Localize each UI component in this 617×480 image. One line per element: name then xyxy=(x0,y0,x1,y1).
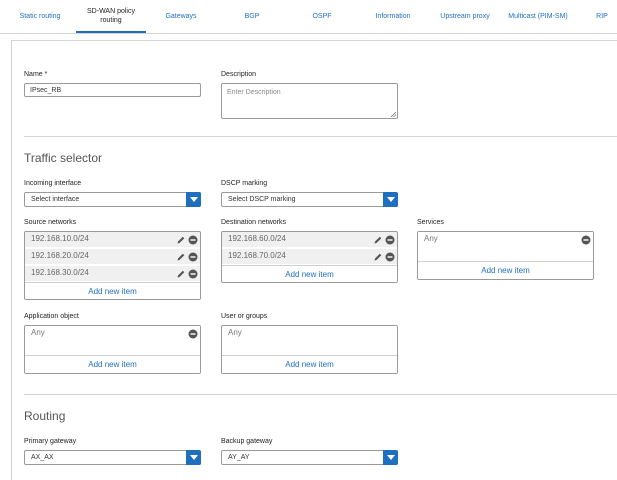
primary-gateway-value: AX_AX xyxy=(31,454,54,461)
list-item: 192.168.10.0/24 xyxy=(25,232,200,248)
incoming-interface-select[interactable]: Select interface xyxy=(24,192,201,207)
services-list: Any Add new item xyxy=(417,231,594,280)
pencil-icon[interactable] xyxy=(373,235,383,245)
services-label: Services xyxy=(417,219,444,226)
traffic-selector-title: Traffic selector xyxy=(24,151,103,165)
add-destination-network-link[interactable]: Add new item xyxy=(222,265,397,282)
chevron-down-icon[interactable] xyxy=(186,450,201,465)
form-panel: Name * IPsec_RB Description Enter Descri… xyxy=(11,40,617,480)
incoming-interface-value: Select interface xyxy=(31,196,80,203)
section-divider xyxy=(24,136,617,137)
source-network-value: 192.168.30.0/24 xyxy=(31,268,89,277)
tab-bgp[interactable]: BGP xyxy=(226,0,278,33)
user-groups-value: Any xyxy=(228,328,242,337)
add-user-group-link[interactable]: Add new item xyxy=(222,355,397,373)
services-value: Any xyxy=(424,234,438,243)
chevron-down-icon[interactable] xyxy=(383,450,398,465)
description-textarea[interactable]: Enter Description xyxy=(221,83,398,119)
destination-network-value: 192.168.70.0/24 xyxy=(228,251,286,260)
list-item: Any xyxy=(418,232,593,262)
add-application-object-link[interactable]: Add new item xyxy=(25,355,200,373)
minus-circle-icon[interactable] xyxy=(188,329,198,339)
name-input[interactable]: IPsec_RB xyxy=(24,83,201,97)
description-label: Description xyxy=(221,71,257,78)
destination-networks-list: 192.168.60.0/24 192.168.70.0/24 Add new … xyxy=(221,231,398,283)
section-divider xyxy=(24,394,617,395)
tab-multicast[interactable]: Multicast (PIM-SM) xyxy=(504,0,572,33)
add-service-link[interactable]: Add new item xyxy=(418,261,593,279)
tab-rip[interactable]: RIP xyxy=(590,0,614,33)
name-label: Name * xyxy=(24,71,48,78)
destination-networks-label: Destination networks xyxy=(221,219,286,226)
minus-circle-icon[interactable] xyxy=(188,235,198,245)
list-item: 192.168.30.0/24 xyxy=(25,266,200,282)
minus-circle-icon[interactable] xyxy=(188,269,198,279)
list-item: 192.168.70.0/24 xyxy=(222,249,397,265)
tab-sd-wan-policy-routing[interactable]: SD-WAN policy routing xyxy=(76,0,146,33)
list-item: Any xyxy=(25,326,200,356)
minus-circle-icon[interactable] xyxy=(385,252,395,262)
tab-gateways[interactable]: Gateways xyxy=(152,0,210,33)
pencil-icon[interactable] xyxy=(176,235,186,245)
source-networks-label: Source networks xyxy=(24,219,77,226)
backup-gateway-select[interactable]: AY_AY xyxy=(221,450,398,465)
pencil-icon[interactable] xyxy=(176,269,186,279)
minus-circle-icon[interactable] xyxy=(581,235,591,245)
dscp-value: Select DSCP marking xyxy=(228,196,296,203)
list-item: 192.168.20.0/24 xyxy=(25,249,200,265)
dscp-select[interactable]: Select DSCP marking xyxy=(221,192,398,207)
tab-upstream-proxy[interactable]: Upstream proxy xyxy=(436,0,494,33)
chevron-down-icon[interactable] xyxy=(186,192,201,207)
list-item: Any xyxy=(222,326,397,356)
source-networks-list: 192.168.10.0/24 192.168.20.0/24 192.168.… xyxy=(24,231,201,300)
dscp-label: DSCP marking xyxy=(221,180,268,187)
add-source-network-link[interactable]: Add new item xyxy=(25,282,200,299)
tab-ospf[interactable]: OSPF xyxy=(296,0,348,33)
backup-gateway-label: Backup gateway xyxy=(221,438,273,445)
minus-circle-icon[interactable] xyxy=(385,235,395,245)
minus-circle-icon[interactable] xyxy=(188,252,198,262)
application-object-value: Any xyxy=(31,328,45,337)
primary-gateway-select[interactable]: AX_AX xyxy=(24,450,201,465)
description-placeholder: Enter Description xyxy=(227,89,281,96)
tab-static-routing[interactable]: Static routing xyxy=(10,0,70,33)
primary-gateway-label: Primary gateway xyxy=(24,438,77,445)
resize-handle-icon[interactable] xyxy=(390,111,396,117)
list-item: 192.168.60.0/24 xyxy=(222,232,397,248)
pencil-icon[interactable] xyxy=(176,252,186,262)
chevron-down-icon[interactable] xyxy=(383,192,398,207)
source-network-value: 192.168.10.0/24 xyxy=(31,234,89,243)
tab-bar: Static routing SD-WAN policy routing Gat… xyxy=(0,0,617,34)
user-groups-label: User or groups xyxy=(221,313,268,320)
incoming-interface-label: Incoming interface xyxy=(24,180,82,187)
routing-title: Routing xyxy=(24,409,66,423)
application-object-list: Any Add new item xyxy=(24,325,201,374)
pencil-icon[interactable] xyxy=(373,252,383,262)
destination-network-value: 192.168.60.0/24 xyxy=(228,234,286,243)
user-groups-list: Any Add new item xyxy=(221,325,398,374)
tab-information[interactable]: Information xyxy=(364,0,422,33)
application-object-label: Application object xyxy=(24,313,79,320)
backup-gateway-value: AY_AY xyxy=(228,454,250,461)
source-network-value: 192.168.20.0/24 xyxy=(31,251,89,260)
